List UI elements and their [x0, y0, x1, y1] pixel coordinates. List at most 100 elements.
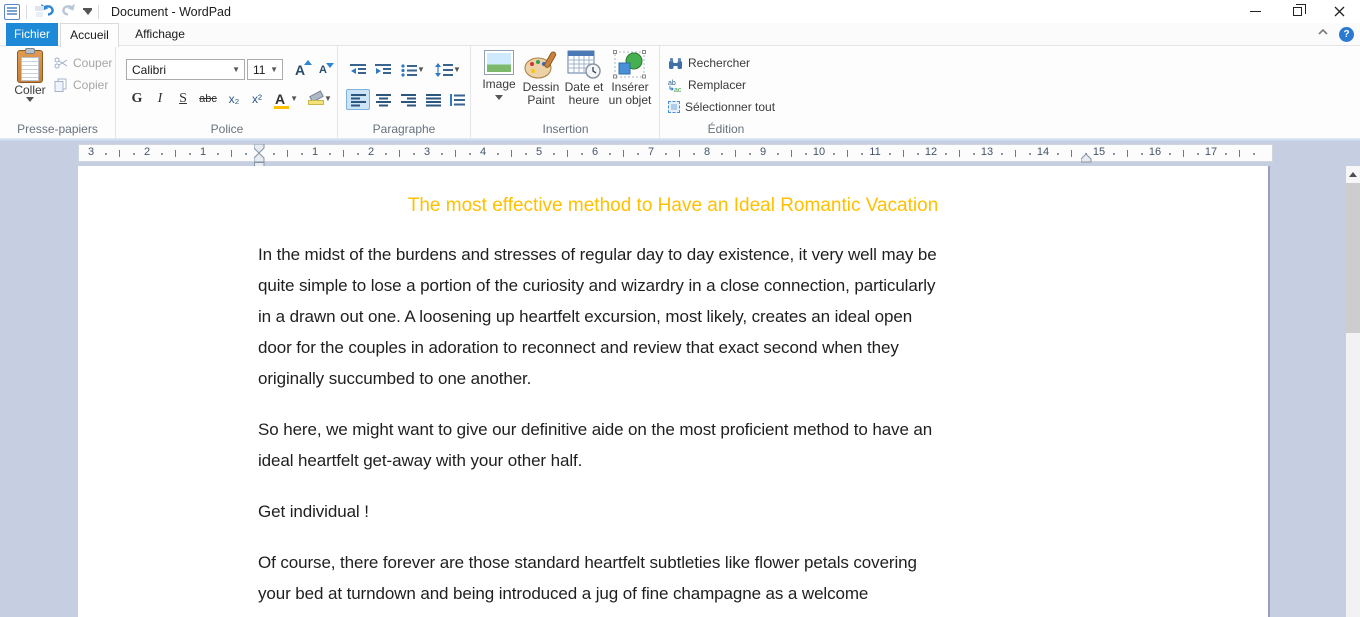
list-button[interactable]: ▼: [397, 59, 429, 80]
redo-icon: [61, 2, 77, 17]
chevron-up-icon: [1317, 26, 1329, 38]
line-spacing-button[interactable]: ▼: [431, 59, 465, 80]
right-indent-marker[interactable]: [1081, 154, 1092, 163]
ruler-dot: [301, 153, 303, 155]
separator: [26, 5, 27, 19]
ruler-dot: [469, 153, 471, 155]
minimize-button[interactable]: [1234, 0, 1276, 23]
ruler-tick: [511, 150, 512, 157]
ruler-tick: [847, 150, 848, 157]
ruler-dot: [945, 153, 947, 155]
align-right-button[interactable]: [396, 89, 420, 110]
highlight-color-button[interactable]: ▼: [305, 89, 335, 109]
ruler-dot: [861, 153, 863, 155]
strikethrough-button[interactable]: abc: [195, 89, 221, 109]
ruler-dot: [1197, 153, 1199, 155]
ruler-number: 10: [813, 146, 825, 158]
redo-button[interactable]: [61, 2, 77, 22]
paragraph-settings-button[interactable]: [446, 89, 468, 110]
customize-qat-button[interactable]: [83, 8, 92, 15]
ruler-dot: [441, 153, 443, 155]
shrink-font-button[interactable]: A: [313, 59, 333, 80]
ruler-tick: [1239, 150, 1240, 157]
increase-indent-button[interactable]: [371, 59, 395, 80]
ruler-number: 5: [536, 146, 542, 158]
vertical-scrollbar[interactable]: [1346, 166, 1360, 617]
ruler-dot: [273, 153, 275, 155]
help-button[interactable]: ?: [1339, 27, 1354, 42]
doc-line: So here, we might want to give our defin…: [258, 414, 932, 445]
ruler-tick: [343, 150, 344, 157]
window-title: Document - WordPad: [105, 5, 231, 19]
ruler-dot: [1029, 153, 1031, 155]
bold-button[interactable]: G: [126, 89, 148, 109]
scrollbar-thumb[interactable]: [1346, 183, 1360, 333]
italic-icon: I: [158, 91, 163, 107]
restore-button[interactable]: [1276, 0, 1318, 23]
decrease-indent-button[interactable]: [346, 59, 370, 80]
subscript-button[interactable]: x₂: [223, 89, 245, 109]
grow-font-icon: A: [295, 62, 305, 78]
underline-button[interactable]: S: [172, 89, 194, 109]
ruler-number: 2: [368, 146, 374, 158]
align-center-icon: [376, 93, 391, 107]
cut-button[interactable]: Couper: [54, 54, 112, 72]
ruler-tick: [1015, 150, 1016, 157]
image-label: Image: [482, 78, 515, 91]
close-icon: [1334, 6, 1345, 17]
ruler-number: 9: [760, 146, 766, 158]
tab-accueil[interactable]: Accueil: [60, 23, 119, 47]
date-time-button[interactable]: Date et heure: [564, 50, 604, 107]
close-button[interactable]: [1318, 0, 1360, 23]
align-left-icon: [351, 93, 366, 107]
ruler-number: 17: [1205, 146, 1217, 158]
ribbon: Coller Couper Copier Presse-papiers Cali…: [0, 46, 1360, 138]
font-color-button[interactable]: A ▼: [270, 89, 303, 109]
italic-button[interactable]: I: [149, 89, 171, 109]
select-all-button[interactable]: Sélectionner tout: [668, 98, 775, 116]
chevron-down-icon: ▼: [270, 65, 282, 74]
superscript-button[interactable]: x²: [246, 89, 268, 109]
page[interactable]: The most effective method to Have an Ide…: [78, 166, 1270, 617]
copy-icon: [54, 78, 68, 92]
ruler-dot: [609, 153, 611, 155]
ruler-tick: [679, 150, 680, 157]
grow-font-button[interactable]: A: [289, 59, 311, 80]
insert-object-button[interactable]: Insérer un objet: [606, 50, 654, 107]
ruler-dot: [777, 153, 779, 155]
tab-fichier[interactable]: Fichier: [6, 23, 58, 46]
ruler-dot: [889, 153, 891, 155]
paste-button[interactable]: Coller: [8, 50, 52, 122]
scroll-up-button[interactable]: [1346, 166, 1360, 183]
window-controls: [1234, 0, 1360, 23]
paint-drawing-button[interactable]: Dessin Paint: [520, 50, 562, 107]
ruler-dot: [329, 153, 331, 155]
title-bar: Document - WordPad: [0, 0, 1360, 23]
font-size-combo[interactable]: 11▼: [247, 59, 283, 80]
align-left-button[interactable]: [346, 89, 370, 110]
group-label-font: Police: [117, 122, 337, 136]
datetime-label-line2: heure: [569, 94, 600, 107]
collapse-ribbon-button[interactable]: [1317, 25, 1329, 43]
font-family-combo[interactable]: Calibri▼: [126, 59, 245, 80]
superscript-icon: x²: [252, 92, 262, 106]
underline-icon: S: [179, 91, 187, 107]
group-clipboard: Coller Couper Copier Presse-papiers: [0, 46, 116, 138]
insert-image-button[interactable]: Image: [480, 50, 518, 100]
copy-button[interactable]: Copier: [54, 76, 108, 94]
chevron-down-icon: [84, 10, 92, 15]
replace-button[interactable]: abac Remplacer: [668, 76, 746, 94]
svg-text:ab: ab: [668, 80, 676, 87]
ruler-dot: [1085, 153, 1087, 155]
find-button[interactable]: Rechercher: [668, 54, 750, 72]
paste-label: Coller: [14, 83, 45, 97]
ruler-number: 8: [704, 146, 710, 158]
ruler-tick: [791, 150, 792, 157]
ruler-dot: [973, 153, 975, 155]
align-center-button[interactable]: [371, 89, 395, 110]
tab-affichage[interactable]: Affichage: [121, 23, 199, 46]
wordpad-app-icon[interactable]: [4, 4, 20, 20]
ruler-strip[interactable]: 3211234567891011121314151617: [78, 144, 1273, 162]
justify-button[interactable]: [421, 89, 445, 110]
replace-label: Remplacer: [688, 78, 746, 92]
